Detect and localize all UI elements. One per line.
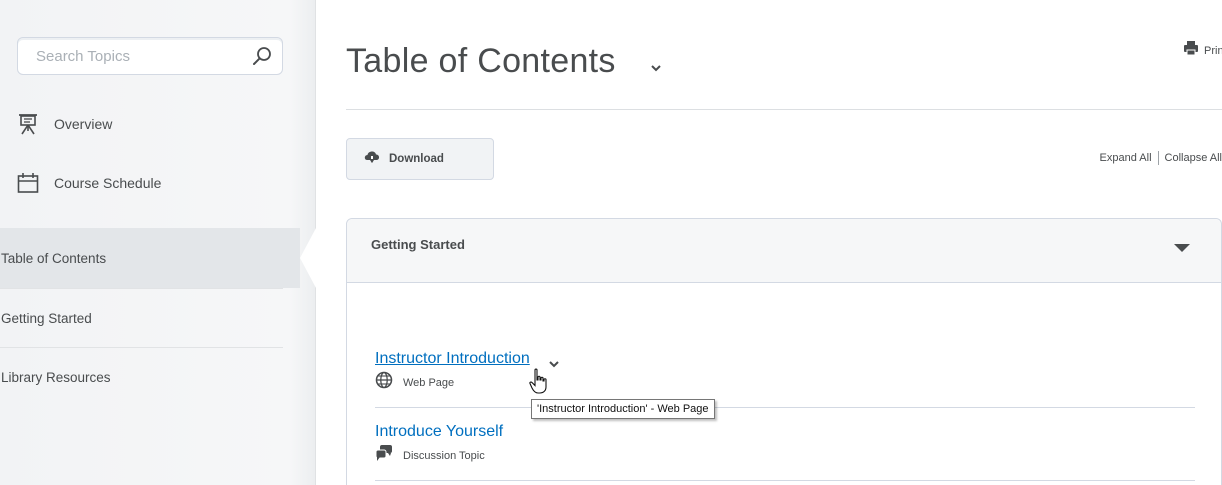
sidebar-item-label: Course Schedule xyxy=(54,175,162,191)
printer-icon xyxy=(1183,40,1199,61)
topic-type-label: Web Page xyxy=(403,376,455,389)
divider xyxy=(346,109,1222,110)
search-icon[interactable] xyxy=(250,44,274,68)
topic-type-row: Web Page xyxy=(375,371,1195,394)
sidebar-item-library-resources[interactable]: Library Resources xyxy=(0,347,316,407)
topic-type-label: Discussion Topic xyxy=(403,449,485,462)
search-box xyxy=(17,37,283,75)
collapse-all-link[interactable]: Collapse All xyxy=(1165,152,1222,164)
divider xyxy=(375,480,1195,481)
sidebar-item-course-schedule[interactable]: Course Schedule xyxy=(17,172,161,194)
sidebar-item-overview[interactable]: Overview xyxy=(17,113,112,135)
caret-down-icon[interactable] xyxy=(1173,241,1191,253)
tooltip: 'Instructor Introduction' - Web Page xyxy=(531,399,715,419)
presentation-board-icon xyxy=(17,113,39,135)
topic-link[interactable]: Introduce Yourself xyxy=(375,423,503,440)
content-browser-page: Overview Course Schedule Table of Conten… xyxy=(0,0,1222,485)
divider xyxy=(375,407,1195,408)
chevron-down-icon[interactable] xyxy=(649,60,663,72)
sidebar: Overview Course Schedule Table of Conten… xyxy=(0,0,316,485)
expand-all-link[interactable]: Expand All xyxy=(1100,152,1152,164)
hand-cursor-icon xyxy=(528,368,550,396)
discussion-icon xyxy=(375,444,393,467)
sidebar-item-label: Table of Contents xyxy=(1,250,107,266)
chevron-down-icon[interactable] xyxy=(548,355,560,368)
module-header[interactable]: Getting Started xyxy=(347,219,1221,283)
sidebar-item-label: Overview xyxy=(54,116,113,132)
sidebar-item-getting-started[interactable]: Getting Started xyxy=(0,288,316,348)
topic-type-row: Discussion Topic xyxy=(375,444,1195,467)
topic-item: Introduce Yourself Discussion Topic xyxy=(375,423,1195,467)
download-label: Download xyxy=(389,153,444,165)
download-button[interactable]: Download xyxy=(346,138,494,180)
page-title[interactable]: Table of Contents xyxy=(346,42,616,81)
sidebar-item-table-of-contents[interactable]: Table of Contents xyxy=(0,228,316,288)
globe-icon xyxy=(375,371,393,394)
search-input[interactable] xyxy=(18,38,238,74)
separator xyxy=(1157,151,1159,165)
topic-link[interactable]: Instructor Introduction xyxy=(375,350,530,367)
expand-collapse-links: Expand All Collapse All xyxy=(1100,151,1222,165)
main-content: Table of Contents Print Download Expand … xyxy=(346,0,1222,485)
topic-item: Instructor Introduction Web Page xyxy=(375,350,1195,394)
sidebar-item-label: Library Resources xyxy=(1,369,111,385)
active-pointer xyxy=(300,228,316,288)
sidebar-item-label: Getting Started xyxy=(1,310,92,326)
print-label: Print xyxy=(1204,44,1222,57)
module-card: Getting Started Instructor Introduction xyxy=(346,218,1222,485)
print-button[interactable]: Print xyxy=(1183,40,1222,61)
calendar-icon xyxy=(17,172,39,194)
cloud-download-icon xyxy=(363,149,381,170)
module-title: Getting Started xyxy=(371,237,465,252)
